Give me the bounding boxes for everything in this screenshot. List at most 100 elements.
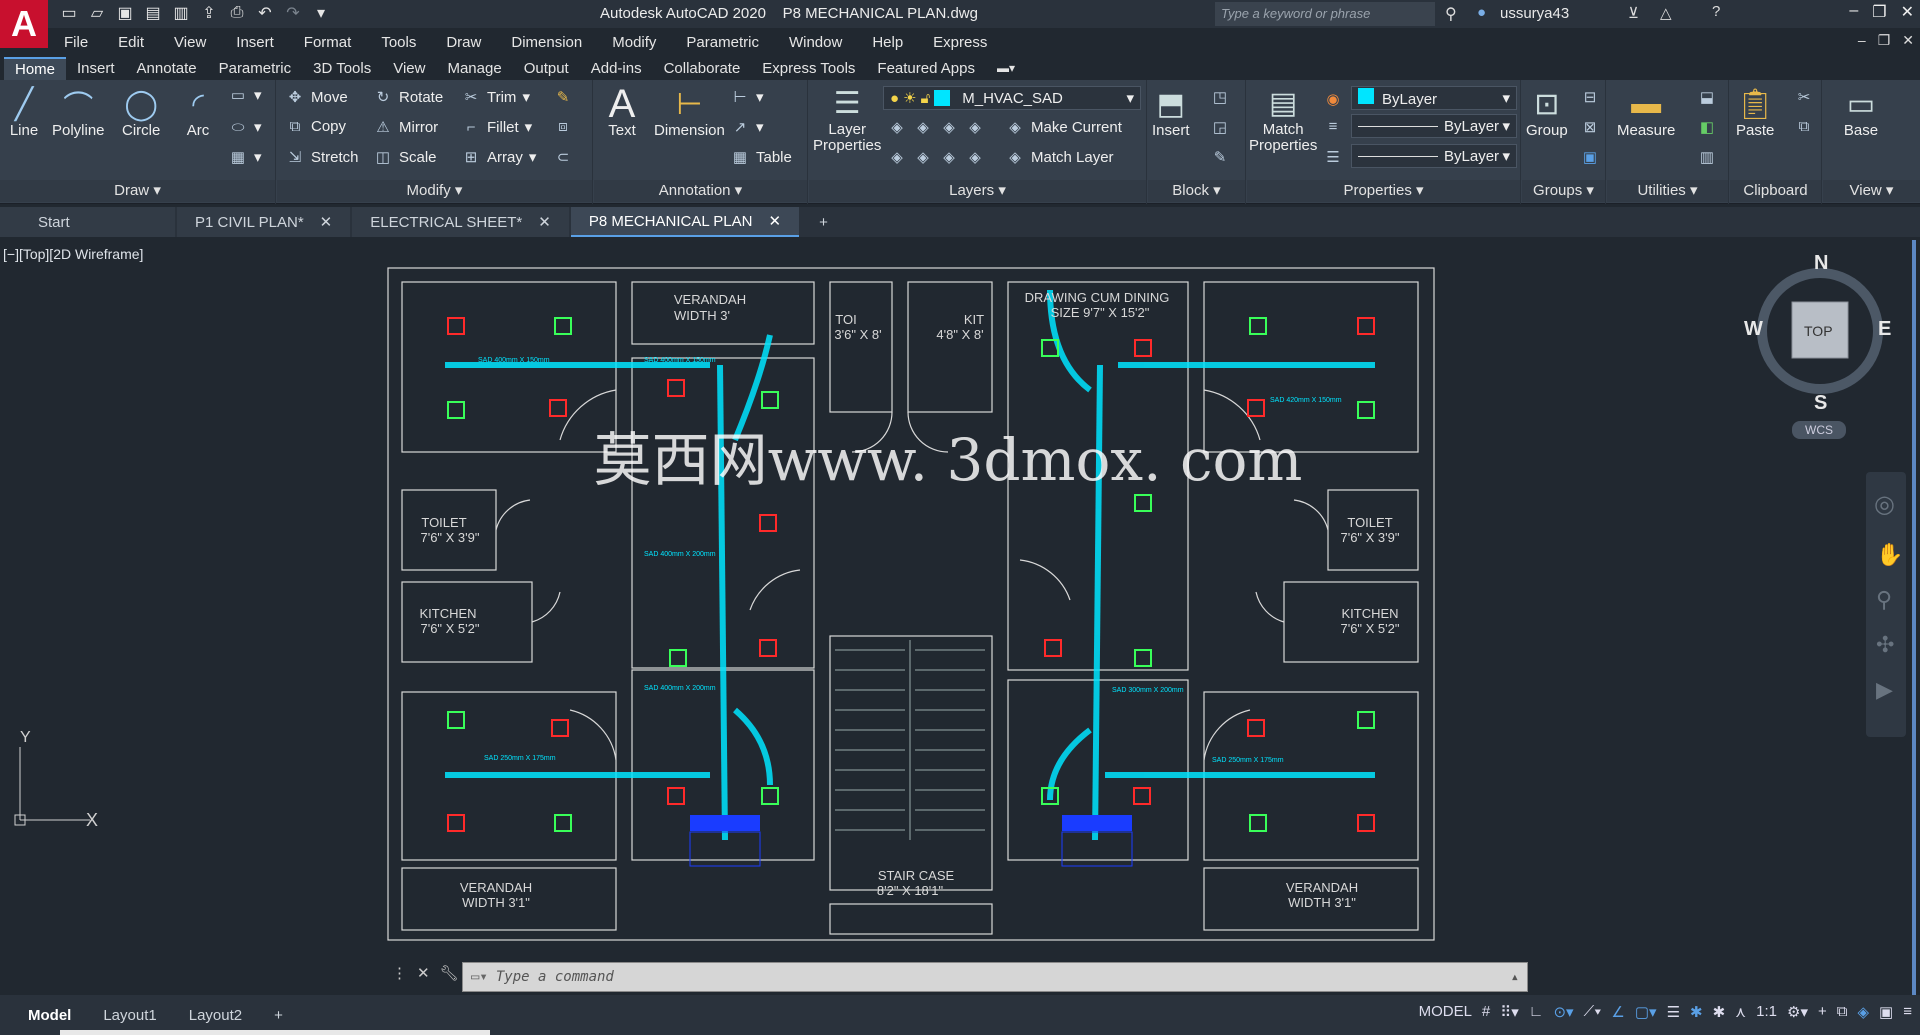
layer-dropdown[interactable]: ● ☀ 🔓︎ M_HVAC_SAD ▾: [883, 86, 1141, 110]
command-expand-icon[interactable]: ▴: [1511, 969, 1519, 985]
utilities-panel-title[interactable]: Utilities ▾: [1607, 180, 1728, 202]
layer-properties-button[interactable]: ☰ Layer Properties: [813, 86, 881, 154]
auto-scale-icon[interactable]: ✱: [1713, 1003, 1726, 1021]
move-button[interactable]: ✥ Move: [285, 88, 348, 107]
create-block-icon[interactable]: ◳: [1210, 88, 1230, 106]
tab-featured-apps[interactable]: Featured Apps: [866, 58, 986, 79]
menu-edit[interactable]: Edit: [118, 34, 144, 51]
polar-icon[interactable]: ⊙▾: [1553, 1003, 1573, 1021]
lineweight-toggle-icon[interactable]: ☰: [1667, 1003, 1680, 1021]
compass-north[interactable]: N: [1814, 252, 1828, 275]
menu-view[interactable]: View: [174, 34, 206, 51]
isodraft-icon[interactable]: ⟋▾: [1584, 1003, 1602, 1021]
add-icon[interactable]: +: [1818, 1003, 1827, 1021]
group-button[interactable]: ⊡ Group: [1526, 86, 1568, 140]
vertical-scrollbar[interactable]: [1912, 240, 1916, 1000]
base-view-button[interactable]: ▭ Base: [1843, 86, 1879, 140]
open-icon[interactable]: ▱: [86, 2, 108, 24]
save-icon[interactable]: ▣: [114, 2, 136, 24]
doc-minimize-icon[interactable]: –: [1858, 32, 1866, 49]
orbit-icon[interactable]: ✣: [1876, 632, 1894, 658]
doc-tab-start[interactable]: Start: [0, 207, 175, 237]
compass-south[interactable]: S: [1814, 392, 1827, 415]
drawing-viewport[interactable]: [−][Top][2D Wireframe] VERANDAH WIDTH 3'…: [0, 240, 1920, 1000]
calculator-icon[interactable]: ▥: [1697, 148, 1717, 166]
tab-layout1[interactable]: Layout1: [87, 1007, 172, 1024]
app-logo[interactable]: A: [0, 0, 48, 48]
menu-file[interactable]: File: [64, 34, 88, 51]
color-dropdown[interactable]: ByLayer ▾: [1351, 86, 1517, 110]
edit-attributes-icon[interactable]: ✎: [1210, 148, 1230, 166]
clean-screen-icon[interactable]: ▣: [1879, 1003, 1893, 1021]
help-icon[interactable]: ?: [1712, 3, 1720, 20]
arc-tool[interactable]: ◜ Arc: [180, 86, 216, 140]
close-tab-icon[interactable]: ✕: [769, 212, 782, 230]
doc-tab-electrical[interactable]: ELECTRICAL SHEET* ✕: [352, 207, 569, 237]
text-tool[interactable]: A Text: [604, 82, 640, 140]
new-tab-button[interactable]: +: [801, 207, 846, 237]
add-layout-icon[interactable]: +: [258, 1007, 299, 1024]
customize-qat-icon[interactable]: ▾: [310, 2, 332, 24]
close-tab-icon[interactable]: ✕: [320, 213, 333, 231]
compass-west[interactable]: W: [1744, 318, 1763, 341]
hardware-acceleration-icon[interactable]: ◈: [1858, 1003, 1870, 1021]
redo-icon[interactable]: ↷: [282, 2, 304, 24]
tab-express-tools[interactable]: Express Tools: [751, 58, 866, 79]
close-command-icon[interactable]: ✕: [417, 964, 430, 982]
layer-isolate-icon[interactable]: ◈: [913, 118, 933, 136]
copy-button[interactable]: ⧉ Copy: [285, 118, 346, 135]
object-snap-tracking-icon[interactable]: ∠: [1611, 1003, 1624, 1021]
table-button[interactable]: ▦ Table: [730, 148, 792, 167]
command-input[interactable]: ▭▾ Type a command ▴: [462, 962, 1528, 992]
annotation-panel-title[interactable]: Annotation ▾: [594, 180, 807, 202]
block-panel-title[interactable]: Block ▾: [1148, 180, 1245, 202]
tab-model[interactable]: Model: [0, 1007, 87, 1024]
layer-off-icon[interactable]: ◈: [887, 118, 907, 136]
object-snap-icon[interactable]: ▢▾: [1635, 1003, 1657, 1021]
clipboard-panel-title[interactable]: Clipboard: [1730, 180, 1821, 202]
undo-icon[interactable]: ↶: [254, 2, 276, 24]
layer-lock-tool-icon[interactable]: ◈: [965, 118, 985, 136]
tab-annotate[interactable]: Annotate: [126, 58, 208, 79]
close-tab-icon[interactable]: ✕: [538, 213, 551, 231]
ungroup-icon[interactable]: ⊟: [1580, 88, 1600, 106]
tab-home[interactable]: Home: [4, 56, 67, 80]
draw-panel-title[interactable]: Draw ▾: [0, 180, 275, 202]
group-select-icon[interactable]: ▣: [1580, 148, 1600, 166]
horizontal-scrollbar[interactable]: [60, 1030, 490, 1035]
doc-tab-mechanical[interactable]: P8 MECHANICAL PLAN ✕: [570, 207, 800, 237]
properties-panel-title[interactable]: Properties ▾: [1247, 180, 1520, 202]
viewcube-top-face[interactable]: TOP: [1804, 323, 1833, 339]
publish-icon[interactable]: ▥: [170, 2, 192, 24]
snap-icon[interactable]: ⠿▾: [1500, 1003, 1519, 1021]
layer-unisolate-icon[interactable]: ◈: [913, 148, 933, 166]
layers-panel-title[interactable]: Layers ▾: [809, 180, 1146, 202]
isolate-objects-icon[interactable]: ⧉: [1837, 1003, 1848, 1021]
select-all-icon[interactable]: ◧: [1697, 118, 1717, 136]
tab-3d-tools[interactable]: 3D Tools: [302, 58, 382, 79]
fillet-button[interactable]: ⌐ Fillet ▾: [461, 118, 533, 137]
group-edit-icon[interactable]: ⊠: [1580, 118, 1600, 136]
tab-output[interactable]: Output: [513, 58, 580, 79]
pan-icon[interactable]: ✋: [1876, 542, 1903, 568]
match-layer-button[interactable]: ◈ Match Layer: [1005, 148, 1113, 167]
menu-format[interactable]: Format: [304, 34, 352, 51]
modify-panel-title[interactable]: Modify ▾: [277, 180, 592, 202]
ribbon-minimize-icon[interactable]: ▬▾: [986, 59, 1026, 77]
make-current-button[interactable]: ◈ Make Current: [1005, 118, 1122, 137]
grid-icon[interactable]: #: [1482, 1003, 1490, 1021]
rectangle-icon[interactable]: ▭ ▾: [228, 86, 262, 104]
menu-modify[interactable]: Modify: [612, 34, 656, 51]
menu-dimension[interactable]: Dimension: [511, 34, 582, 51]
stretch-button[interactable]: ⇲ Stretch: [285, 148, 359, 167]
view-panel-title[interactable]: View ▾: [1823, 180, 1920, 202]
rotate-button[interactable]: ↻ Rotate: [373, 88, 444, 107]
layer-unlock-icon[interactable]: ◈: [965, 148, 985, 166]
compass-east[interactable]: E: [1878, 318, 1891, 341]
match-properties-button[interactable]: ▤ Match Properties: [1249, 86, 1317, 154]
menu-window[interactable]: Window: [789, 34, 842, 51]
wcs-menu[interactable]: WCS: [1792, 421, 1846, 439]
customize-command-icon[interactable]: 🔧︎: [440, 964, 459, 982]
layer-thaw-icon[interactable]: ◈: [939, 148, 959, 166]
layer-freeze-tool-icon[interactable]: ◈: [939, 118, 959, 136]
